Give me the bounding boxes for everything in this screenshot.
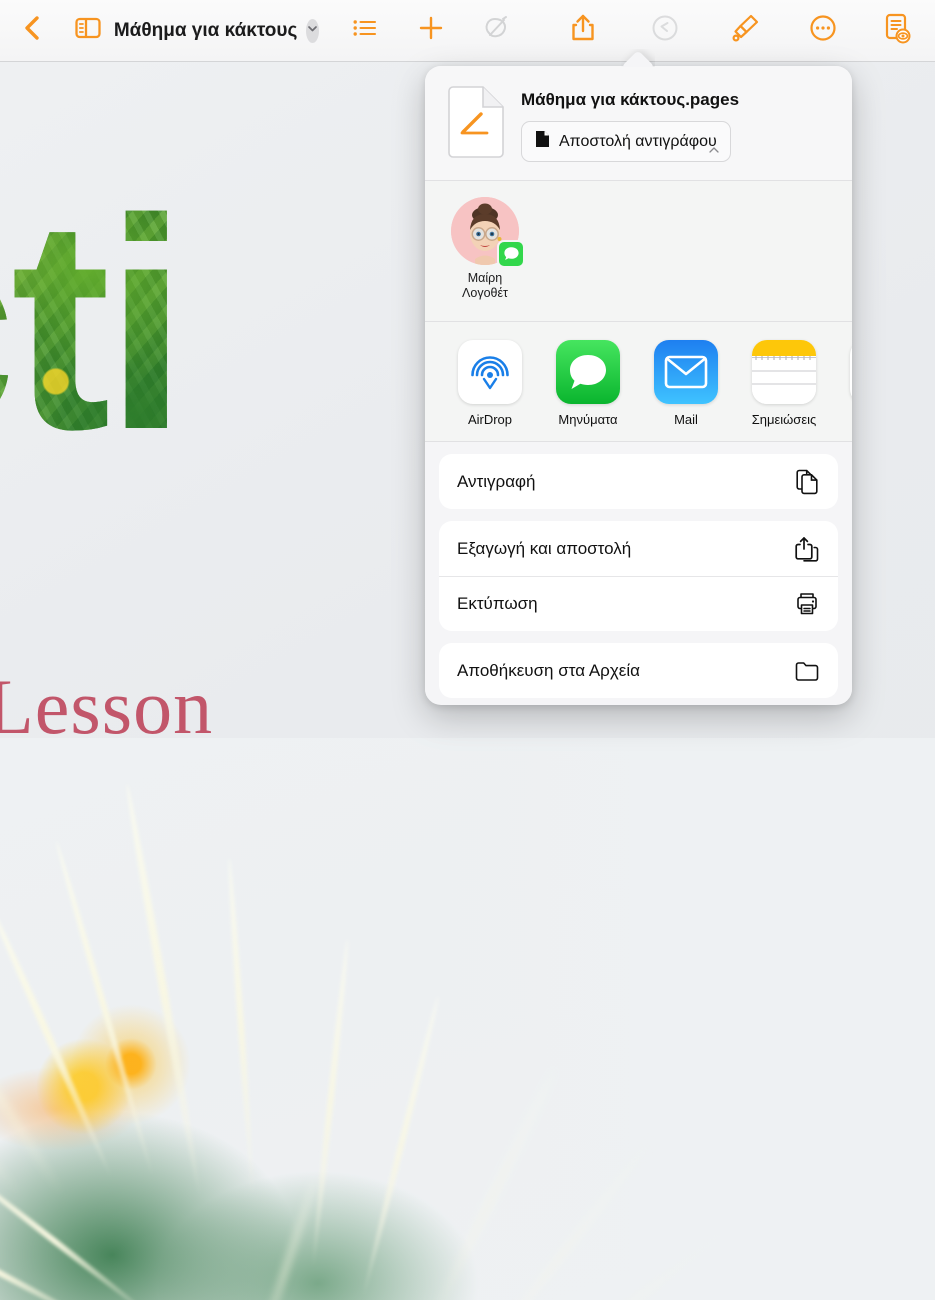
document-page-icon <box>535 130 550 153</box>
insert-button[interactable] <box>409 9 453 53</box>
pages-document-icon <box>447 86 505 158</box>
action-label: Εξαγωγή και αποστολή <box>457 538 632 558</box>
list-view-button[interactable] <box>343 9 387 53</box>
contact-name-line1: Μαίρη <box>467 271 503 285</box>
chevron-up-icon <box>708 141 720 159</box>
share-app-messages[interactable]: Μηνύματα <box>551 340 625 427</box>
share-app-label: AirDrop <box>467 412 513 427</box>
copy-documents-icon <box>794 469 820 495</box>
sidebar-toggle-icon <box>74 16 102 45</box>
app-toolbar: Μάθημα για κάκτους <box>0 0 935 62</box>
contact-name-line2: Λογοθέτ <box>462 286 508 301</box>
action-group: Εξαγωγή και αποστολή Εκτύπωση <box>439 521 838 631</box>
folder-icon <box>794 658 820 684</box>
bulleted-list-icon <box>352 16 378 45</box>
share-app-notes[interactable]: Σημειώσεις <box>747 340 821 427</box>
share-app-mail[interactable]: Mail <box>649 340 723 427</box>
shared-file-name: Μάθημα για κάκτους.pages <box>521 90 740 109</box>
share-app-freeform[interactable]: Fre <box>845 340 852 427</box>
undo-arrow-icon <box>650 13 680 48</box>
send-copy-button[interactable]: Αποστολή αντιγράφου <box>521 121 731 162</box>
share-contacts-row: Μαίρη Λογοθέτ <box>425 181 852 322</box>
share-button[interactable] <box>561 9 605 53</box>
more-button[interactable] <box>801 9 845 53</box>
title-options-button[interactable] <box>306 18 320 43</box>
share-sheet-popover: Μάθημα για κάκτους.pages Αποστολή αντιγρ… <box>425 66 852 705</box>
action-label: Εκτύπωση <box>457 594 538 613</box>
scribble-pen-icon <box>482 14 512 47</box>
messages-bubble-icon <box>497 240 525 268</box>
share-app-label: Σημειώσεις <box>751 412 817 427</box>
ellipsis-circle-icon <box>808 13 838 48</box>
back-button[interactable] <box>10 9 54 53</box>
document-headline: cti <box>0 182 183 467</box>
share-app-label: Fre <box>845 412 852 427</box>
share-sheet-header: Μάθημα για κάκτους.pages Αποστολή αντιγρ… <box>425 66 852 181</box>
action-group: Αποθήκευση στα Αρχεία <box>439 643 838 698</box>
messages-icon <box>556 340 620 404</box>
share-up-arrow-icon <box>570 13 596 48</box>
action-label: Αποθήκευση στα Αρχεία <box>457 660 640 680</box>
draw-button[interactable] <box>475 9 519 53</box>
share-apps-row: AirDrop Μηνύματα Mail Σημειώσεις <box>425 322 852 442</box>
plus-icon <box>417 14 445 47</box>
contact-suggestion[interactable]: Μαίρη Λογοθέτ <box>447 197 525 302</box>
document-options-button[interactable] <box>875 9 919 53</box>
share-app-label: Mail <box>674 412 698 427</box>
action-group: Αντιγραφή <box>439 454 838 509</box>
action-save-to-files[interactable]: Αποθήκευση στα Αρχεία <box>439 643 838 698</box>
document-eye-icon <box>882 12 912 49</box>
chevron-down-icon <box>306 22 319 40</box>
chevron-left-icon <box>21 15 43 46</box>
export-share-icon <box>794 536 820 562</box>
undo-button[interactable] <box>643 9 687 53</box>
action-copy[interactable]: Αντιγραφή <box>439 454 838 509</box>
airdrop-icon <box>458 340 522 404</box>
share-app-label: Μηνύματα <box>558 412 618 427</box>
mail-icon <box>654 340 718 404</box>
send-copy-label: Αποστολή αντιγράφου <box>559 132 717 150</box>
action-export-send[interactable]: Εξαγωγή και αποστολή <box>439 521 838 576</box>
freeform-icon <box>850 340 852 404</box>
sidebar-toggle-button[interactable] <box>66 9 110 53</box>
format-button[interactable] <box>723 9 767 53</box>
action-label: Αντιγραφή <box>457 471 536 491</box>
document-title: Μάθημα για κάκτους <box>113 19 298 41</box>
popover-arrow <box>621 49 655 67</box>
action-print[interactable]: Εκτύπωση <box>439 576 838 631</box>
share-app-airdrop[interactable]: AirDrop <box>453 340 527 427</box>
paintbrush-icon <box>730 13 760 48</box>
share-actions-list: Αντιγραφή Εξαγωγή και αποστολή Εκτύπωση … <box>425 442 852 698</box>
printer-icon <box>794 591 820 617</box>
notes-icon <box>752 340 816 404</box>
cactus-photo <box>0 738 935 1300</box>
